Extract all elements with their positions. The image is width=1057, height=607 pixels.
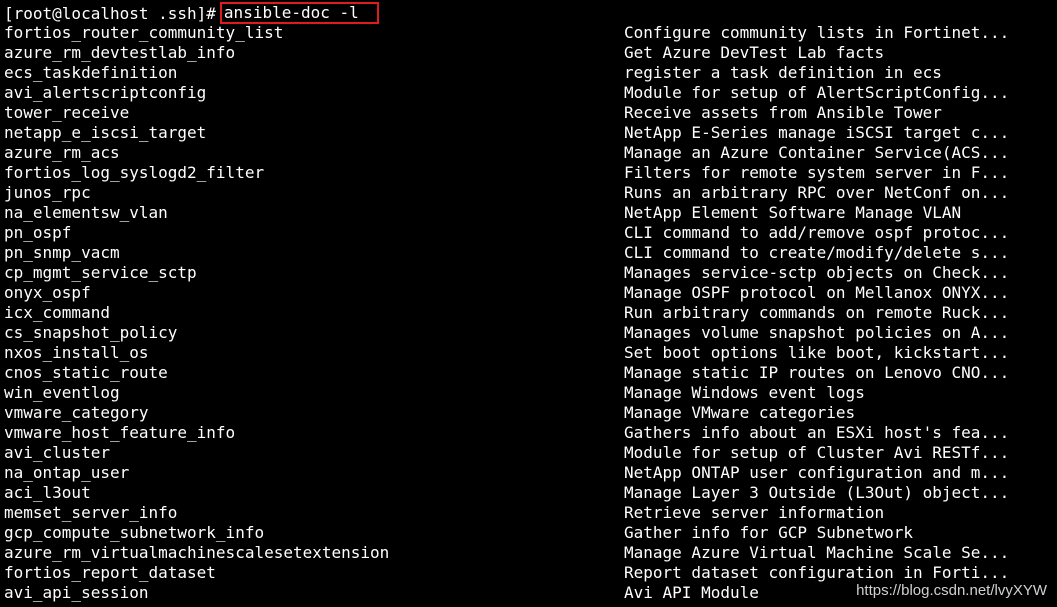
module-name: cs_snapshot_policy: [4, 323, 178, 342]
module-description: Manage Windows event logs: [624, 383, 865, 402]
module-name: fortios_router_community_list: [4, 23, 284, 42]
module-description: Get Azure DevTest Lab facts: [624, 43, 885, 62]
module-row: avi_cluster Module for setup of Cluster A…: [4, 443, 1054, 463]
module-description: CLI command to add/remove ospf protoc...: [624, 223, 1010, 242]
module-name: junos_rpc: [4, 183, 91, 202]
module-row: nxos_install_os Set boot options like boo…: [4, 343, 1054, 363]
module-row: pn_snmp_vacm CLI command to create/modify…: [4, 243, 1054, 263]
module-name: win_eventlog: [4, 383, 120, 402]
terminal-window[interactable]: [root@localhost .ssh]# ansible-doc -l for…: [0, 0, 1057, 607]
module-description: Module for setup of AlertScriptConfig...: [624, 83, 1010, 102]
module-description: Avi API Module: [624, 583, 759, 602]
module-name: onyx_ospf: [4, 283, 91, 302]
module-description: Run arbitrary commands on remote Ruck...: [624, 303, 1010, 322]
module-name: pn_ospf: [4, 223, 72, 242]
module-description: Gathers info about an ESXi host's fea...: [624, 423, 1010, 442]
module-description: Receive assets from Ansible Tower: [624, 103, 942, 122]
module-name: na_ontap_user: [4, 463, 130, 482]
module-row: cp_mgmt_service_sctp Manages service-sctp…: [4, 263, 1054, 283]
module-name: aci_l3out: [4, 483, 91, 502]
module-description: Manage VMware categories: [624, 403, 856, 422]
module-description: Manage OSPF protocol on Mellanox ONYX...: [624, 283, 1010, 302]
module-name: icx_command: [4, 303, 110, 322]
shell-prompt: [root@localhost .ssh]#: [4, 4, 216, 23]
module-description: Module for setup of Cluster Avi RESTf...: [624, 443, 1010, 462]
module-name: azure_rm_devtestlab_info: [4, 43, 236, 62]
module-name: azure_rm_acs: [4, 143, 120, 162]
module-name: azure_rm_virtualmachinescalesetextension: [4, 543, 390, 562]
module-name: na_elementsw_vlan: [4, 203, 168, 222]
module-row: pn_ospf CLI command to add/remove ospf pr…: [4, 223, 1054, 243]
module-name: avi_alertscriptconfig: [4, 83, 207, 102]
module-description: Retrieve server information: [624, 503, 885, 522]
module-row: cnos_static_route Manage static IP routes…: [4, 363, 1054, 383]
module-row: azure_rm_devtestlab_info Get Azure DevTes…: [4, 43, 1054, 63]
module-description: Filters for remote system server in F...: [624, 163, 1010, 182]
module-name: ecs_taskdefinition: [4, 63, 178, 82]
module-row: icx_command Run arbitrary commands on rem…: [4, 303, 1054, 323]
module-description: Manage an Azure Container Service(ACS...: [624, 143, 1010, 162]
module-row: fortios_log_syslogd2_filter Filters for r…: [4, 163, 1054, 183]
module-row: vmware_category Manage VMware categories: [4, 403, 1054, 423]
watermark: https://blog.csdn.net/lvyXYW: [856, 582, 1047, 599]
module-name: memset_server_info: [4, 503, 178, 522]
module-name: fortios_log_syslogd2_filter: [4, 163, 265, 182]
module-row: junos_rpc Runs an arbitrary RPC over NetC…: [4, 183, 1054, 203]
module-row: onyx_ospf Manage OSPF protocol on Mellano…: [4, 283, 1054, 303]
module-description: CLI command to create/modify/delete s...: [624, 243, 1010, 262]
module-row: ecs_taskdefinition register a task defini…: [4, 63, 1054, 83]
module-description: Report dataset configuration in Forti...: [624, 563, 1010, 582]
module-description: Manage static IP routes on Lenovo CNO...: [624, 363, 1010, 382]
module-name: vmware_category: [4, 403, 149, 422]
module-description: Runs an arbitrary RPC over NetConf on...: [624, 183, 1010, 202]
module-row: cs_snapshot_policy Manages volume snapsho…: [4, 323, 1054, 343]
module-name: gcp_compute_subnetwork_info: [4, 523, 265, 542]
module-row: fortios_report_dataset Report dataset con…: [4, 563, 1054, 583]
module-name: avi_api_session: [4, 583, 149, 602]
module-name: vmware_host_feature_info: [4, 423, 236, 442]
module-row: netapp_e_iscsi_target NetApp E-Series man…: [4, 123, 1054, 143]
module-description: Manages service-sctp objects on Check...: [624, 263, 1010, 282]
module-row: tower_receive Receive assets from Ansible…: [4, 103, 1054, 123]
module-row: memset_server_info Retrieve server inform…: [4, 503, 1054, 523]
module-row: azure_rm_acs Manage an Azure Container Se…: [4, 143, 1054, 163]
module-name: tower_receive: [4, 103, 130, 122]
module-name: avi_cluster: [4, 443, 110, 462]
module-name: cp_mgmt_service_sctp: [4, 263, 197, 282]
module-name: nxos_install_os: [4, 343, 149, 362]
module-row: na_elementsw_vlan NetApp Element Software…: [4, 203, 1054, 223]
module-name: netapp_e_iscsi_target: [4, 123, 207, 142]
module-description: NetApp Element Software Manage VLAN: [624, 203, 962, 222]
module-description: Manage Layer 3 Outside (L3Out) object...: [624, 483, 1010, 502]
highlighted-command: ansible-doc -l: [219, 2, 379, 24]
module-description: NetApp ONTAP user configuration and m...: [624, 463, 1010, 482]
module-row: vmware_host_feature_info Gathers info abo…: [4, 423, 1054, 443]
module-row: win_eventlog Manage Windows event logs: [4, 383, 1054, 403]
module-row: avi_alertscriptconfig Module for setup of…: [4, 83, 1054, 103]
module-row: na_ontap_user NetApp ONTAP user configura…: [4, 463, 1054, 483]
module-name: pn_snmp_vacm: [4, 243, 120, 262]
module-description: Gather info for GCP Subnetwork: [624, 523, 913, 542]
module-row: fortios_router_community_list Configure c…: [4, 23, 1054, 43]
module-name: cnos_static_route: [4, 363, 168, 382]
module-name: fortios_report_dataset: [4, 563, 216, 582]
module-description: Set boot options like boot, kickstart...: [624, 343, 1010, 362]
module-description: Manage Azure Virtual Machine Scale Se...: [624, 543, 1010, 562]
prompt-line: [root@localhost .ssh]# ansible-doc -l: [4, 2, 1054, 24]
module-description: NetApp E-Series manage iSCSI target c...: [624, 123, 1010, 142]
module-row: azure_rm_virtualmachinescalesetextension…: [4, 543, 1054, 563]
module-description: Configure community lists in Fortinet...: [624, 23, 1010, 42]
module-description: register a task definition in ecs: [624, 63, 942, 82]
module-row: aci_l3out Manage Layer 3 Outside (L3Out) …: [4, 483, 1054, 503]
module-row: gcp_compute_subnetwork_info Gather info f…: [4, 523, 1054, 543]
module-description: Manages volume snapshot policies on A...: [624, 323, 1010, 342]
